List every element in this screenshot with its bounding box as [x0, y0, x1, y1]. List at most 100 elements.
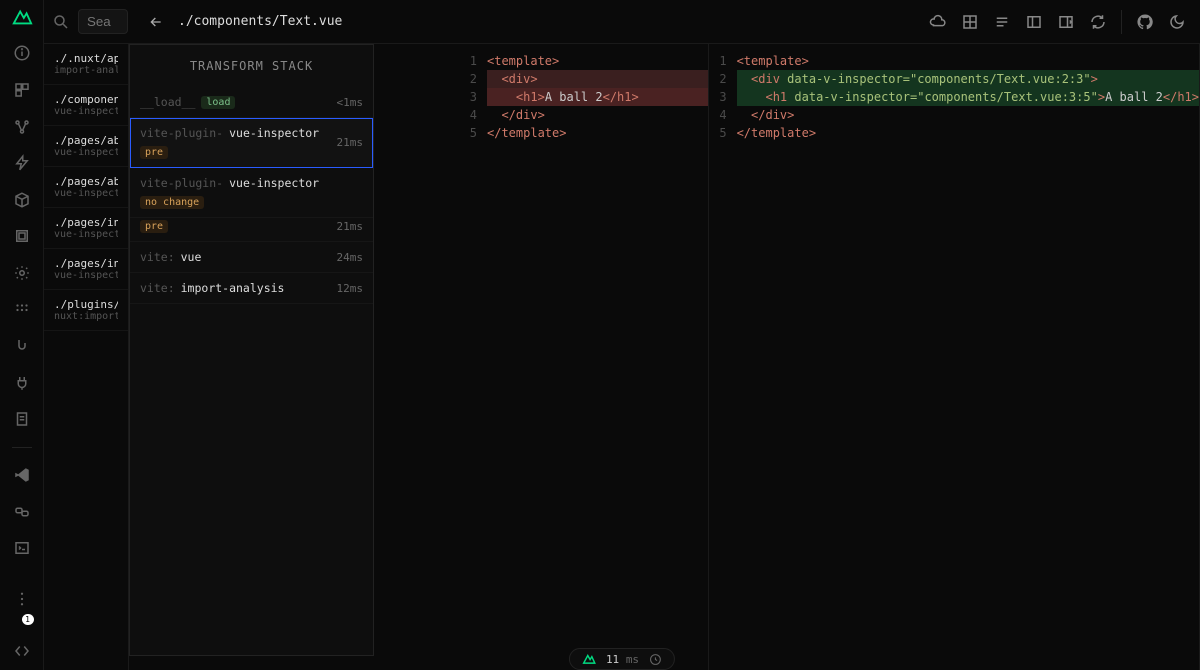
file-hint: vue-inspecto: [54, 147, 118, 158]
code-line: 5</template>: [459, 124, 708, 142]
plugin-icon[interactable]: [10, 371, 34, 394]
file-list-item[interactable]: ./componentvue-inspecto: [44, 85, 128, 126]
code-line: 3 <h1 data-v-inspector="components/Text.…: [709, 88, 1199, 106]
main-area: ./components/Text.vue ./.nuxt/appimport-…: [44, 0, 1200, 670]
more-icon[interactable]: [10, 587, 34, 610]
file-icon[interactable]: [10, 408, 34, 431]
line-number: 2: [459, 70, 487, 88]
file-list-item[interactable]: ./pages/indvue-inspecto: [44, 249, 128, 290]
graph-icon[interactable]: [10, 115, 34, 138]
line-number: 5: [459, 124, 487, 142]
settings-icon[interactable]: [10, 262, 34, 285]
file-name: ./.nuxt/app: [54, 52, 118, 65]
code-line: 5</template>: [709, 124, 1199, 142]
nuxt-mini-logo-icon: [582, 652, 596, 666]
code-line: 4 </div>: [709, 106, 1199, 124]
theme-toggle-icon[interactable]: [1168, 13, 1186, 31]
file-name: ./pages/abo: [54, 175, 118, 188]
line-content: <div data-v-inspector="components/Text.v…: [737, 70, 1199, 88]
line-content: <template>: [737, 52, 1199, 70]
transform-row[interactable]: vite:vue 24ms: [130, 242, 373, 273]
transform-time: 24ms: [337, 251, 364, 264]
hooks-icon[interactable]: [10, 335, 34, 358]
line-number: 1: [459, 52, 487, 70]
back-arrow-icon[interactable]: [148, 14, 164, 30]
file-list-item[interactable]: ./pages/abovue-inspecto: [44, 126, 128, 167]
terminal-icon[interactable]: [10, 537, 34, 560]
transform-row[interactable]: vite-plugin-vue-inspector no change: [130, 168, 373, 218]
cube-icon[interactable]: [10, 188, 34, 211]
grid-icon[interactable]: [961, 13, 979, 31]
github-icon[interactable]: [1136, 13, 1154, 31]
info-icon[interactable]: [10, 42, 34, 65]
panel-left-icon[interactable]: [1025, 13, 1043, 31]
dots-grid-icon[interactable]: [10, 298, 34, 321]
icon-rail: 1: [0, 0, 44, 670]
divider: [1121, 10, 1122, 34]
file-list[interactable]: ./.nuxt/appimport-analy./componentvue-in…: [44, 44, 129, 670]
top-actions: [915, 10, 1200, 34]
content: ./.nuxt/appimport-analy./componentvue-in…: [44, 44, 1200, 670]
file-path: ./components/Text.vue: [178, 14, 342, 29]
code-line: 3 <h1>A ball 2</h1>: [459, 88, 708, 106]
file-hint: vue-inspecto: [54, 106, 118, 117]
transform-sub: pre21ms: [130, 218, 373, 242]
status-pill[interactable]: 11 ms: [569, 648, 675, 670]
code-pane-after[interactable]: 1<template>2 <div data-v-inspector="comp…: [709, 44, 1200, 670]
bolt-icon[interactable]: [10, 152, 34, 175]
code-line: 4 </div>: [459, 106, 708, 124]
file-hint: vue-inspecto: [54, 188, 118, 199]
line-content: </template>: [737, 124, 1199, 142]
vscode-icon[interactable]: [10, 464, 34, 487]
notification-badge: 1: [22, 614, 34, 625]
line-number: 4: [459, 106, 487, 124]
line-number: 4: [709, 106, 737, 124]
list-icon[interactable]: [993, 13, 1011, 31]
topbar: ./components/Text.vue: [44, 0, 1200, 44]
file-list-item[interactable]: ./plugins/nnuxt:imports: [44, 290, 128, 331]
transform-name: vite-plugin-vue-inspector pre: [140, 126, 337, 159]
code-line: 1<template>: [459, 52, 708, 70]
link-icon[interactable]: [10, 500, 34, 523]
search-input[interactable]: [78, 9, 128, 34]
transform-time: <1ms: [337, 96, 364, 109]
file-list-item[interactable]: ./pages/abovue-inspecto: [44, 167, 128, 208]
file-list-item[interactable]: ./pages/indvue-inspecto: [44, 208, 128, 249]
transform-row[interactable]: __load__ load<1ms: [130, 87, 373, 118]
transform-title: TRANSFORM STACK: [130, 45, 373, 87]
file-name: ./pages/abo: [54, 134, 118, 147]
layers-icon[interactable]: [10, 225, 34, 248]
file-name: ./pages/ind: [54, 216, 118, 229]
transform-time: 21ms: [337, 136, 364, 149]
rail-divider: [12, 447, 32, 448]
search-icon[interactable]: [52, 13, 70, 31]
line-content: <h1 data-v-inspector="components/Text.vu…: [737, 88, 1199, 106]
line-number: 3: [709, 88, 737, 106]
line-number: 5: [709, 124, 737, 142]
transform-row[interactable]: vite-plugin-vue-inspector pre21ms: [130, 118, 373, 168]
transform-stack-panel: TRANSFORM STACK __load__ load<1msvite-pl…: [129, 44, 374, 656]
panel-right-icon[interactable]: [1057, 13, 1075, 31]
code-line: 2 <div>: [459, 70, 708, 88]
refresh-icon[interactable]: [1089, 13, 1107, 31]
file-list-item[interactable]: ./.nuxt/appimport-analy: [44, 44, 128, 85]
line-content: <h1>A ball 2</h1>: [487, 88, 708, 106]
code-line: 1<template>: [709, 52, 1199, 70]
clock-icon: [649, 653, 662, 666]
collapse-icon[interactable]: [10, 639, 34, 662]
transform-time: 12ms: [337, 282, 364, 295]
line-number: 3: [459, 88, 487, 106]
line-content: <template>: [487, 52, 708, 70]
code-diff-panes: 1<template>2 <div>3 <h1>A ball 2</h1>4 <…: [459, 44, 1200, 670]
cloud-icon[interactable]: [929, 13, 947, 31]
file-name: ./pages/ind: [54, 257, 118, 270]
line-number: 1: [709, 52, 737, 70]
status-time-value: 11: [606, 653, 619, 666]
nuxt-logo-icon[interactable]: [11, 6, 33, 28]
transform-row[interactable]: vite:import-analysis12ms: [130, 273, 373, 304]
file-hint: vue-inspecto: [54, 229, 118, 240]
components-icon[interactable]: [10, 79, 34, 102]
search-wrap: [44, 9, 136, 34]
transform-name: vite:vue: [140, 250, 201, 264]
code-pane-before[interactable]: 1<template>2 <div>3 <h1>A ball 2</h1>4 <…: [459, 44, 709, 670]
